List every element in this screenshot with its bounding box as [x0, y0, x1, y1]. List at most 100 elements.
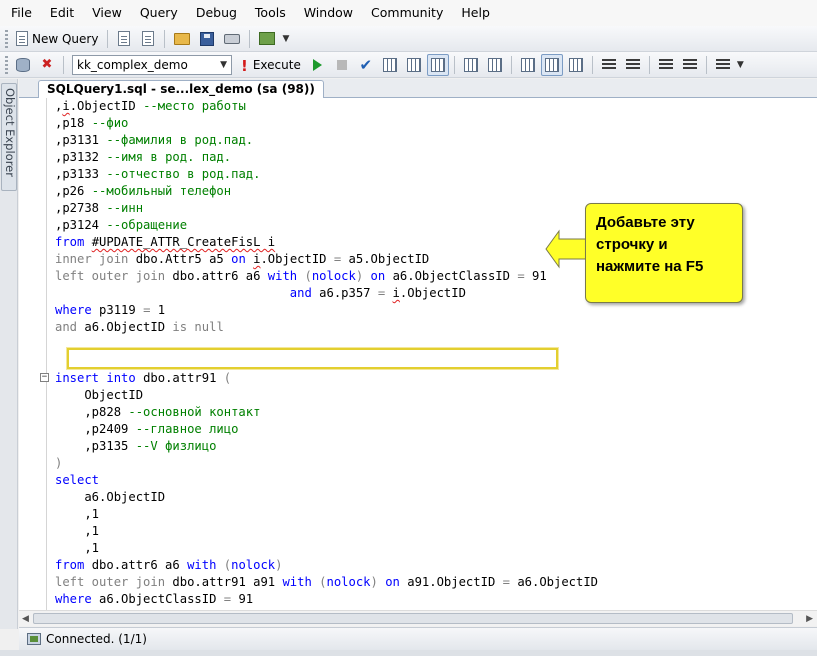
- code-line[interactable]: and a6.ObjectID is null: [55, 319, 815, 336]
- code-token: on: [385, 575, 408, 589]
- collapse-insert-block-icon[interactable]: −: [40, 373, 49, 382]
- code-token: left outer join: [55, 575, 173, 589]
- toolbar-grip[interactable]: [5, 29, 8, 48]
- toolbar-separator: [705, 55, 707, 74]
- code-token: with: [282, 575, 320, 589]
- code-token: ): [355, 269, 371, 283]
- menu-window[interactable]: Window: [295, 0, 362, 26]
- comment-button[interactable]: [598, 54, 620, 76]
- menu-community[interactable]: Community: [362, 0, 452, 26]
- results-grid-toggle-button[interactable]: [540, 53, 563, 76]
- cancel-query-button[interactable]: [331, 54, 353, 76]
- new-file-button[interactable]: [113, 28, 135, 50]
- query-designer-icon: [406, 57, 421, 72]
- results-to-text-button[interactable]: [517, 54, 539, 76]
- scroll-right-icon[interactable]: ▶: [806, 614, 813, 624]
- new-query-button[interactable]: New Query: [12, 28, 102, 50]
- results-to-grid-button[interactable]: [426, 53, 449, 76]
- uncomment-button[interactable]: [622, 54, 644, 76]
- code-token: =: [333, 252, 349, 266]
- code-line[interactable]: ,p18 --фио: [55, 115, 815, 132]
- code-token: --V физлицо: [135, 439, 217, 453]
- execute-button[interactable]: ! Execute: [237, 54, 305, 76]
- database-select[interactable]: kk_complex_demo ▼: [72, 54, 232, 75]
- toolbar-overflow-icon[interactable]: ▼: [282, 34, 289, 44]
- estimated-plan-button[interactable]: [379, 54, 401, 76]
- activity-monitor-button[interactable]: [255, 28, 279, 50]
- increase-indent-button[interactable]: [679, 54, 701, 76]
- code-line[interactable]: ,1: [55, 523, 815, 540]
- menu-tools[interactable]: Tools: [246, 0, 295, 26]
- code-token: ,1: [55, 541, 100, 555]
- menu-view[interactable]: View: [83, 0, 131, 26]
- code-line[interactable]: ,p828 --основной контакт: [55, 404, 815, 421]
- code-token: =: [143, 303, 158, 317]
- query-designer-button[interactable]: [403, 54, 425, 76]
- menu-help[interactable]: Help: [452, 0, 499, 26]
- debug-play-icon: [313, 58, 323, 71]
- code-line[interactable]: select: [55, 472, 815, 489]
- horizontal-scrollbar[interactable]: ◀ ▶: [19, 610, 817, 626]
- code-line[interactable]: ,p3133 --отчество в род.пад.: [55, 166, 815, 183]
- code-area[interactable]: ,i.ObjectID --место работы ,p18 --фио ,p31…: [55, 98, 815, 608]
- code-line[interactable]: ): [55, 455, 815, 472]
- code-line[interactable]: ,1: [55, 540, 815, 557]
- tab-sqlquery1[interactable]: SQLQuery1.sql - se...lex_demo (sa (98)): [38, 80, 324, 98]
- callout-box: Добавьте эту строчку и нажмите на F5: [585, 203, 743, 303]
- code-token: p3119: [99, 303, 144, 317]
- check-icon: ✔: [359, 55, 373, 74]
- code-line[interactable]: ,p3132 --имя в род. пад.: [55, 149, 815, 166]
- code-token: (: [319, 575, 327, 589]
- code-line[interactable]: left outer join dbo.attr91 a91 with (nol…: [55, 574, 815, 591]
- menu-file[interactable]: File: [0, 0, 41, 26]
- code-token: =: [517, 269, 532, 283]
- code-token: on: [370, 269, 393, 283]
- code-token: on: [231, 252, 254, 266]
- sql-editor[interactable]: ,i.ObjectID --место работы ,p18 --фио ,p31…: [19, 98, 817, 610]
- object-explorer-tab[interactable]: Object Explorer: [1, 83, 17, 191]
- decrease-indent-icon: [658, 58, 673, 71]
- code-line[interactable]: ,p2409 --главное лицо: [55, 421, 815, 438]
- code-line[interactable]: ObjectID: [55, 387, 815, 404]
- code-token: (: [304, 269, 312, 283]
- debug-button[interactable]: [307, 54, 329, 76]
- save-icon: [200, 31, 215, 46]
- print-button[interactable]: [220, 28, 244, 50]
- code-line[interactable]: [55, 353, 815, 370]
- parse-button[interactable]: ✔: [355, 54, 377, 76]
- code-line[interactable]: ,p26 --мобильный телефон: [55, 183, 815, 200]
- code-line[interactable]: ,1: [55, 506, 815, 523]
- decrease-indent-button[interactable]: [655, 54, 677, 76]
- code-line[interactable]: ,p3135 --V физлицо: [55, 438, 815, 455]
- client-statistics-button[interactable]: [484, 54, 506, 76]
- code-line[interactable]: from dbo.attr6 a6 with (nolock): [55, 557, 815, 574]
- menu-bar: File Edit View Query Debug Tools Window …: [0, 0, 817, 26]
- menu-query[interactable]: Query: [131, 0, 187, 26]
- toolbar-separator: [63, 55, 64, 74]
- code-token: a6.ObjectID: [84, 320, 173, 334]
- save-button[interactable]: [196, 28, 218, 50]
- disconnect-button[interactable]: ✖: [36, 54, 58, 76]
- connect-button[interactable]: [12, 54, 34, 76]
- toolbar-overflow-icon[interactable]: ▼: [737, 60, 744, 70]
- code-token: --обращение: [106, 218, 188, 232]
- scrollbar-thumb[interactable]: [33, 613, 793, 624]
- specify-values-button[interactable]: [712, 54, 734, 76]
- code-line[interactable]: where a6.ObjectClassID = 91: [55, 591, 815, 608]
- code-line[interactable]: a6.ObjectID: [55, 489, 815, 506]
- include-plan-button[interactable]: [460, 54, 482, 76]
- results-to-file-button[interactable]: [565, 54, 587, 76]
- code-line[interactable]: ,i.ObjectID --место работы: [55, 98, 815, 115]
- new-project-button[interactable]: [137, 28, 159, 50]
- code-line[interactable]: ,p3131 --фамилия в род.пад.: [55, 132, 815, 149]
- scroll-left-icon[interactable]: ◀: [22, 614, 29, 624]
- toolbar-grip[interactable]: [5, 55, 8, 74]
- code-line[interactable]: [55, 336, 815, 353]
- code-token: dbo.attr6 a6: [91, 558, 188, 572]
- code-token: (: [223, 558, 232, 572]
- open-button[interactable]: [170, 28, 194, 50]
- menu-edit[interactable]: Edit: [41, 0, 83, 26]
- menu-debug[interactable]: Debug: [187, 0, 246, 26]
- window-bottom-edge: [0, 650, 817, 656]
- code-line[interactable]: insert into dbo.attr91 (: [55, 370, 815, 387]
